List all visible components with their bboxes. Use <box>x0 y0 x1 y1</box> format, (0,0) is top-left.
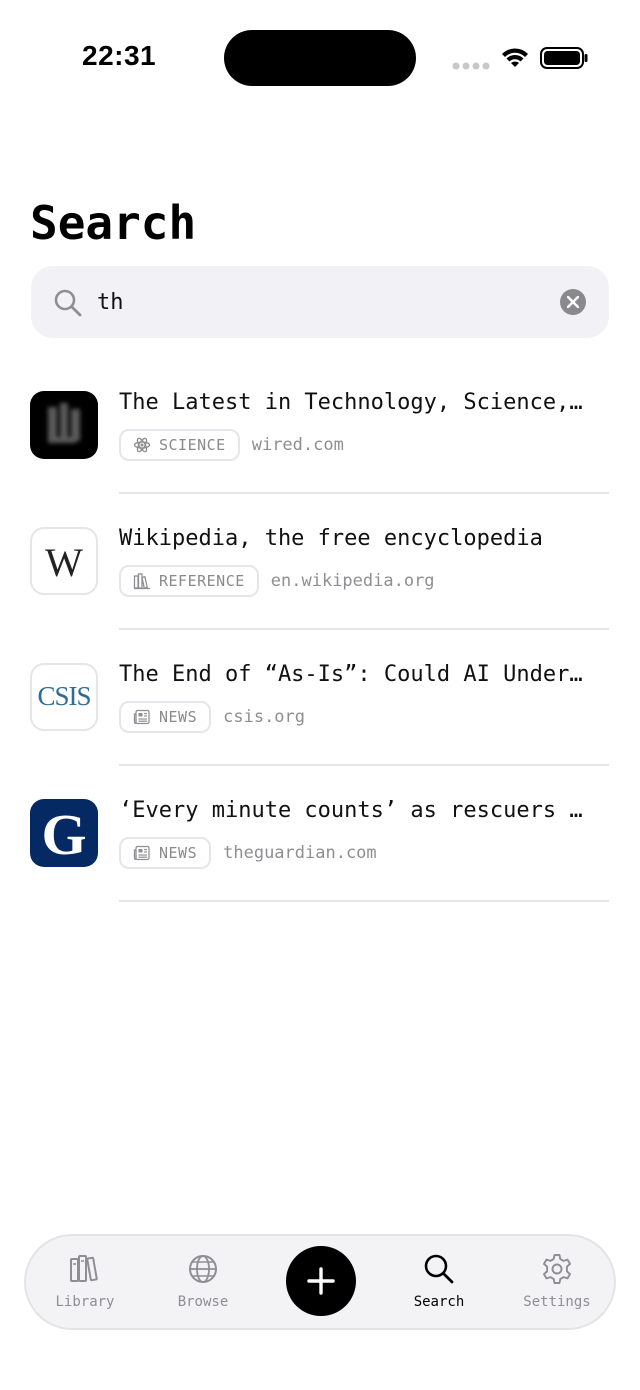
search-result-row[interactable]: CSIS The End of “As-Is”: Could AI Underm… <box>0 630 640 766</box>
wikipedia-logo-text: W <box>45 540 83 585</box>
close-icon <box>567 296 579 308</box>
result-title: The Latest in Technology, Science, Cultu… <box>119 390 589 415</box>
divider <box>119 900 609 902</box>
category-tag-label: SCIENCE <box>159 436 226 454</box>
result-meta: NEWS theguardian.com <box>119 836 377 870</box>
guardian-logo: G <box>30 799 98 867</box>
category-tag: SCIENCE <box>119 429 240 461</box>
category-tag: NEWS <box>119 701 212 733</box>
status-icons <box>452 44 592 74</box>
newspaper-icon <box>133 709 150 725</box>
globe-icon <box>189 1255 217 1283</box>
books-icon <box>70 1255 98 1282</box>
result-meta: NEWS csis.org <box>119 700 305 734</box>
search-result-row[interactable]: W Wikipedia, the free encyclopedia REFER… <box>0 494 640 630</box>
tab-label: Library <box>55 1294 115 1310</box>
newspaper-icon <box>133 845 150 861</box>
wifi-icon <box>502 48 528 67</box>
tab-settings[interactable]: Settings <box>502 1252 612 1318</box>
result-title: Wikipedia, the free encyclopedia <box>119 526 543 551</box>
tab-browse[interactable]: Browse <box>148 1252 258 1318</box>
tab-bar: Library Browse Search Settings <box>24 1234 616 1330</box>
add-button[interactable] <box>286 1246 356 1316</box>
plus-icon <box>307 1267 335 1295</box>
category-tag-label: NEWS <box>159 708 198 726</box>
guardian-logo-text: G <box>41 802 87 867</box>
tab-label: Browse <box>177 1294 229 1310</box>
wikipedia-logo: W <box>30 527 98 595</box>
result-domain: csis.org <box>223 707 306 727</box>
category-tag: REFERENCE <box>119 565 259 597</box>
result-domain: en.wikipedia.org <box>270 571 435 591</box>
gear-icon <box>543 1254 571 1284</box>
search-result-row[interactable]: G ‘Every minute counts’ as rescuers sear… <box>0 766 640 902</box>
clear-search-button[interactable] <box>560 289 586 315</box>
category-tag: NEWS <box>119 837 212 869</box>
dynamic-island <box>224 30 416 86</box>
search-icon <box>424 1254 454 1284</box>
search-bar[interactable] <box>31 266 609 338</box>
csis-logo-text: CSIS <box>37 681 91 711</box>
tab-library[interactable]: Library <box>30 1252 140 1318</box>
atom-icon <box>133 437 151 453</box>
status-time: 22:31 <box>82 40 157 71</box>
search-result-row[interactable]: The Latest in Technology, Science, Cultu… <box>0 358 640 494</box>
books-icon <box>133 573 150 590</box>
search-input[interactable] <box>97 284 537 320</box>
page-title: Search <box>30 196 197 250</box>
category-tag-label: REFERENCE <box>159 572 245 590</box>
tab-search[interactable]: Search <box>384 1252 494 1318</box>
tab-label: Search <box>413 1294 465 1310</box>
battery-icon <box>540 47 588 69</box>
result-meta: REFERENCE en.wikipedia.org <box>119 564 435 598</box>
wired-logo-mark <box>48 403 80 443</box>
cellular-signal-icon <box>452 62 490 70</box>
result-title: ‘Every minute counts’ as rescuers search… <box>119 798 589 823</box>
wired-logo <box>30 391 98 459</box>
result-domain: wired.com <box>251 435 344 455</box>
search-icon <box>54 289 82 317</box>
result-meta: SCIENCE wired.com <box>119 428 344 462</box>
result-domain: theguardian.com <box>223 843 377 863</box>
csis-logo: CSIS <box>30 663 98 731</box>
tab-label: Settings <box>523 1294 591 1310</box>
category-tag-label: NEWS <box>159 844 198 862</box>
search-results-list: The Latest in Technology, Science, Cultu… <box>0 358 640 902</box>
result-title: The End of “As-Is”: Could AI Undermine S… <box>119 662 589 687</box>
